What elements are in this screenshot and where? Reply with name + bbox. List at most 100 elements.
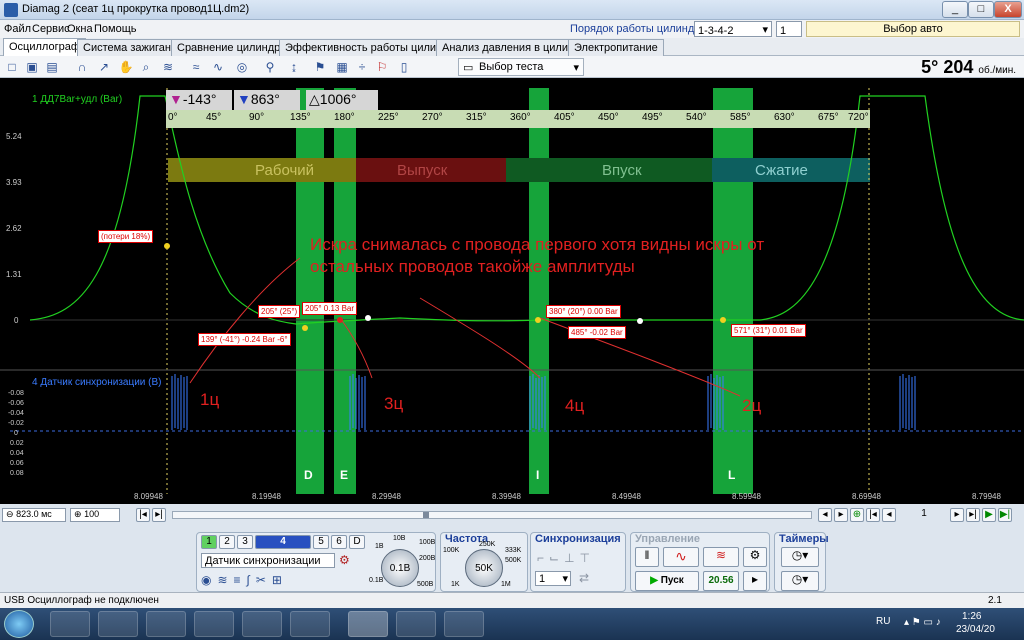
flag-icon[interactable]: ⚐ <box>374 59 390 75</box>
sync-mode-icons[interactable]: ⌐⌙⊥⊤ <box>537 551 595 565</box>
timer-2-button[interactable]: ◷▾ <box>781 571 819 591</box>
freq-tick: 333K <box>505 547 522 554</box>
cylinder-order-select[interactable]: 1-3-4-2 ▾ <box>694 21 772 37</box>
ch4-ytick: 0.04 <box>10 450 24 457</box>
taskbar-winrar-icon[interactable] <box>146 611 186 637</box>
maximize-button[interactable]: □ <box>968 1 994 18</box>
freq-tick: 1M <box>501 581 511 588</box>
cursor-icon[interactable]: ↗ <box>96 59 112 75</box>
loop-icon[interactable]: ∩ <box>74 59 90 75</box>
cylinder-number-stepper[interactable]: 1 <box>776 21 802 37</box>
marker-b-readout[interactable]: ▼863° <box>234 90 300 110</box>
taskbar-diamag-icon[interactable] <box>348 611 388 637</box>
zoom-in-icon: ⊕ <box>74 509 82 519</box>
tab-bar: Осциллограф Система зажигания Сравнение … <box>0 38 1024 57</box>
zoom-select[interactable]: ⊕ 100 <box>70 508 120 522</box>
trigger-icon[interactable]: ⚲ <box>262 59 278 75</box>
horizontal-scrollbar[interactable] <box>172 511 812 519</box>
close-button[interactable]: X <box>994 1 1022 18</box>
frequency-knob[interactable]: 50K <box>465 549 503 587</box>
sensor-select[interactable]: Датчик синхронизации <box>201 553 335 568</box>
signal-icon[interactable]: ∿ <box>210 59 226 75</box>
menu-service[interactable]: Сервис <box>32 23 70 35</box>
taskbar-monitor-icon[interactable] <box>444 611 484 637</box>
menu-file[interactable]: Файл <box>4 23 31 35</box>
filter-icon[interactable]: ≋ <box>160 59 176 75</box>
grid-icon[interactable]: ▦ <box>334 59 350 75</box>
sine-mode-button[interactable]: ∿ <box>663 547 699 567</box>
voltage-knob[interactable]: 0.1В <box>381 549 419 587</box>
play-end-button[interactable]: ▶| <box>998 508 1012 522</box>
channel-button-4[interactable]: 4 <box>255 535 311 549</box>
status-version: 2.1 <box>988 595 1002 606</box>
scrollbar-thumb[interactable] <box>423 512 429 518</box>
report-icon[interactable]: ▯ <box>396 59 412 75</box>
prev-page-button[interactable]: ◂ <box>818 508 832 522</box>
language-indicator[interactable]: RU <box>876 616 890 627</box>
marker-icon[interactable]: ⚑ <box>312 59 328 75</box>
zoom-icon[interactable]: ⌕ <box>138 59 154 75</box>
knob-tick: 100В <box>419 539 436 546</box>
ch1-ytick: 1.31 <box>6 270 22 279</box>
minimize-button[interactable]: _ <box>942 1 968 18</box>
sync-channel-select[interactable]: 1 ▾ <box>535 571 571 586</box>
point-380 <box>535 317 541 323</box>
tab-oscilloscope[interactable]: Осциллограф <box>3 38 86 57</box>
open-folder-icon[interactable]: ▣ <box>24 59 40 75</box>
marker-a-readout[interactable]: ▼-143° <box>166 90 232 110</box>
start-button[interactable]: ▶ Пуск <box>635 571 699 591</box>
taskbar-mail-icon[interactable] <box>396 611 436 637</box>
save-icon[interactable]: ▤ <box>44 59 60 75</box>
auto-select-button[interactable]: Выбор авто <box>806 21 1020 37</box>
tab-power[interactable]: Электропитание <box>568 39 664 56</box>
auto-play-button[interactable]: ▸ <box>743 571 767 591</box>
menu-help[interactable]: Помощь <box>94 23 137 35</box>
first-page-button[interactable]: |◂ <box>866 508 880 522</box>
test-select[interactable]: ▭ Выбор теста ▾ <box>458 58 584 76</box>
taskbar-help-icon[interactable] <box>194 611 234 637</box>
pause-button[interactable]: ‖ <box>635 547 659 567</box>
split-icon[interactable]: ÷ <box>354 59 370 75</box>
auto-mode-button[interactable]: ⚙ <box>743 547 767 567</box>
timebase-select[interactable]: ⊖ 823.0 мс <box>2 508 66 522</box>
burst-mode-button[interactable]: ≋ <box>703 547 739 567</box>
channel-button-5[interactable]: 5 <box>313 535 329 549</box>
channel-button-2[interactable]: 2 <box>219 535 235 549</box>
overlay-icon[interactable]: ◎ <box>234 59 250 75</box>
cyl-label-3: 3ц <box>384 394 404 413</box>
add-page-button[interactable]: ⊕ <box>850 508 864 522</box>
oscilloscope-view[interactable]: Рабочий Выпуск Впуск Сжатие 0° 45° 90° 1… <box>0 78 1024 504</box>
new-file-icon[interactable]: □ <box>4 59 20 75</box>
waves-icon[interactable]: ≈ <box>188 59 204 75</box>
taskbar-chrome-icon[interactable] <box>98 611 138 637</box>
sensor-settings-icon[interactable]: ⚙ <box>339 553 350 567</box>
channel-button-6[interactable]: 6 <box>331 535 347 549</box>
back-page-button[interactable]: ◂ <box>882 508 896 522</box>
next-page-button[interactable]: ▸ <box>834 508 848 522</box>
point-571 <box>720 317 726 323</box>
ch4-ytick: 0.02 <box>10 440 24 447</box>
deg-tick: 270° <box>422 112 443 123</box>
taskbar-explorer-icon[interactable] <box>50 611 90 637</box>
tray-icons[interactable]: ▴ ⚑ ▭ ♪ <box>904 617 941 628</box>
sync-edge-icon[interactable]: ⇄ <box>579 571 589 585</box>
hand-icon[interactable]: ✋ <box>118 59 134 75</box>
timer-1-button[interactable]: ◷▾ <box>781 547 819 567</box>
ch4-ytick: -0.08 <box>8 390 24 397</box>
taskbar-paint-icon[interactable] <box>290 611 330 637</box>
play-button[interactable]: ▶ <box>982 508 996 522</box>
menu-windows[interactable]: Окна <box>67 23 93 35</box>
channel-tools[interactable]: ◉≋≡∫✂⊞ <box>201 573 288 587</box>
go-end-button[interactable]: ▸| <box>152 508 166 522</box>
cyl-label-4: 4ц <box>565 396 585 415</box>
channel-button-1[interactable]: 1 <box>201 535 217 549</box>
go-start-button[interactable]: |◂ <box>136 508 150 522</box>
channel-button-d[interactable]: D <box>349 535 365 549</box>
valve-letter-e: E <box>340 468 349 482</box>
start-menu-button[interactable] <box>4 610 34 638</box>
zero-level-icon[interactable]: ↨ <box>286 59 302 75</box>
channel-button-3[interactable]: 3 <box>237 535 253 549</box>
taskbar-pdf-icon[interactable] <box>242 611 282 637</box>
forward-page-button[interactable]: ▸ <box>950 508 964 522</box>
last-page-button[interactable]: ▸| <box>966 508 980 522</box>
